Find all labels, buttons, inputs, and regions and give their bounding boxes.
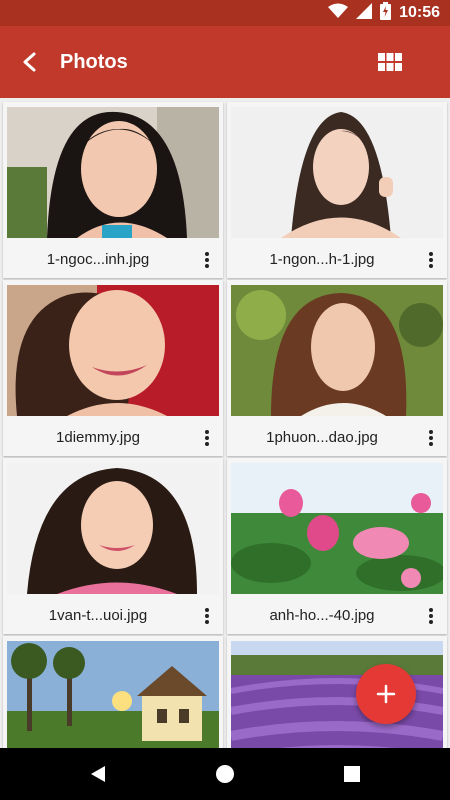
- photo-card[interactable]: 1diemmy.jpg: [3, 280, 223, 456]
- photo-file-name: 1van-t...uoi.jpg: [48, 607, 148, 624]
- chevron-left-icon: [23, 52, 36, 72]
- photo-file-name: 1phuon...dao.jpg: [266, 429, 378, 446]
- more-options-button[interactable]: [419, 603, 443, 629]
- back-button[interactable]: [8, 40, 52, 84]
- grid-view-button[interactable]: [368, 40, 412, 84]
- more-options-button[interactable]: [195, 425, 219, 451]
- photo-thumbnail[interactable]: [7, 107, 219, 238]
- status-bar: 10:56: [0, 0, 450, 26]
- more-vert-icon: [429, 608, 433, 624]
- wifi-icon: [328, 3, 349, 24]
- photo-file-name: 1diemmy.jpg: [56, 429, 140, 446]
- page-title: Photos: [60, 51, 128, 73]
- more-vert-icon: [205, 430, 209, 446]
- more-options-button[interactable]: [195, 247, 219, 273]
- plus-icon: [376, 684, 396, 704]
- home-circle-icon: [216, 765, 234, 783]
- back-triangle-icon: [91, 766, 105, 782]
- nav-back-button[interactable]: [80, 756, 116, 792]
- app-bar: Photos: [0, 26, 450, 98]
- add-button[interactable]: [356, 664, 416, 724]
- more-vert-icon: [429, 430, 433, 446]
- photo-thumbnail[interactable]: [7, 285, 219, 416]
- status-time: 10:56: [399, 4, 440, 21]
- signal-icon: [356, 2, 373, 24]
- photo-card[interactable]: [3, 636, 223, 748]
- photo-thumbnail[interactable]: [7, 463, 219, 594]
- photo-grid: 1-ngoc...inh.jpg 1-ngon...h-1.jpg 1diemm…: [0, 98, 450, 748]
- photo-thumbnail[interactable]: [231, 285, 443, 416]
- photo-card[interactable]: anh-ho...-40.jpg: [227, 458, 447, 634]
- photo-file-name: 1-ngoc...inh.jpg: [46, 251, 150, 268]
- photo-thumbnail[interactable]: [231, 463, 443, 594]
- nav-recents-button[interactable]: [334, 756, 370, 792]
- photo-file-name: 1-ngon...h-1.jpg: [269, 251, 375, 268]
- photo-thumbnail[interactable]: [231, 107, 443, 238]
- system-nav-bar: [0, 748, 450, 800]
- battery-charging-icon: [380, 1, 392, 25]
- recents-square-icon: [344, 766, 360, 782]
- nav-home-button[interactable]: [207, 756, 243, 792]
- photo-card[interactable]: 1van-t...uoi.jpg: [3, 458, 223, 634]
- more-vert-icon: [429, 252, 433, 268]
- photo-thumbnail[interactable]: [7, 641, 219, 748]
- more-vert-icon: [205, 252, 209, 268]
- photo-card[interactable]: 1-ngoc...inh.jpg: [3, 102, 223, 278]
- more-options-button[interactable]: [419, 425, 443, 451]
- photo-file-name: anh-ho...-40.jpg: [269, 607, 375, 624]
- more-options-button[interactable]: [419, 247, 443, 273]
- more-options-button[interactable]: [195, 603, 219, 629]
- status-icons: 10:56: [328, 0, 440, 26]
- photo-card[interactable]: 1phuon...dao.jpg: [227, 280, 447, 456]
- more-vert-icon: [205, 608, 209, 624]
- photo-card[interactable]: 1-ngon...h-1.jpg: [227, 102, 447, 278]
- grid-view-icon: [378, 53, 402, 71]
